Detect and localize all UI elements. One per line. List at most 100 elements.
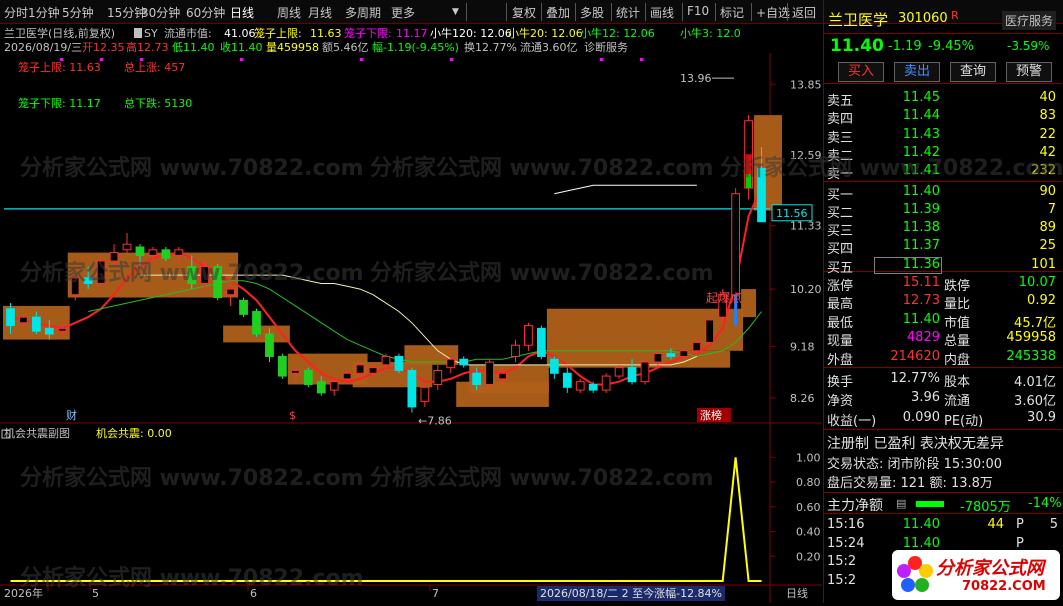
candle[interactable] bbox=[303, 367, 313, 388]
toolbar-right-8[interactable]: 返回 bbox=[792, 4, 816, 21]
sub-y-tick-label: 1.00 bbox=[796, 451, 821, 464]
toolbar-right-6[interactable]: 标记 bbox=[720, 4, 744, 21]
candle[interactable] bbox=[640, 359, 650, 385]
toolbar-tab-10[interactable]: 更多 bbox=[391, 4, 415, 21]
candle[interactable] bbox=[562, 367, 572, 393]
bid-row[interactable]: 买一 11.40 90 bbox=[824, 183, 1062, 203]
bid-row[interactable]: 买四 11.37 25 bbox=[824, 238, 1062, 257]
candle[interactable] bbox=[407, 367, 417, 413]
ask-row[interactable]: 卖一 11.41 232 bbox=[824, 163, 1062, 183]
signal-dot bbox=[140, 58, 143, 61]
bid-row[interactable]: 买二 11.39 7 bbox=[824, 202, 1062, 221]
toolbar-tab-0[interactable]: 分时 bbox=[4, 4, 28, 21]
candle-body bbox=[692, 341, 702, 352]
stat-value: 12.73 bbox=[902, 293, 940, 309]
toolbar-tab-5[interactable]: 60分钟 bbox=[186, 4, 225, 21]
header-line1-item-6: 笼子下限: bbox=[344, 26, 392, 40]
toolbar-right-3[interactable]: 统计 bbox=[616, 4, 640, 21]
signal-dot bbox=[640, 58, 643, 61]
ask-row[interactable]: 卖三 11.43 22 bbox=[824, 127, 1062, 146]
x-tick-label: 6 bbox=[250, 587, 257, 600]
header-line1-item-5: 11.63 bbox=[310, 27, 342, 40]
toolbar-right-4[interactable]: 画线 bbox=[650, 4, 674, 21]
sub-y-tick-label: 0.80 bbox=[796, 476, 821, 489]
toolbar-right-7[interactable]: +自选 bbox=[756, 4, 790, 21]
selected-level-box bbox=[874, 256, 942, 274]
candle[interactable] bbox=[601, 373, 611, 393]
candle[interactable] bbox=[537, 325, 546, 360]
toolbar-tab-4[interactable]: 30分钟 bbox=[141, 4, 180, 21]
price-change: -1.19 bbox=[888, 39, 922, 54]
level-price: 11.40 bbox=[902, 183, 940, 199]
header-line2-item-7: 幅-1.19(-9.45%) bbox=[372, 41, 459, 54]
candle[interactable] bbox=[511, 339, 520, 363]
candle-body bbox=[472, 372, 482, 385]
candle-body bbox=[6, 308, 15, 327]
candle[interactable] bbox=[329, 378, 339, 396]
finance-marker[interactable]: 财 bbox=[66, 408, 77, 422]
candle-body bbox=[135, 246, 145, 256]
more-dropdown-icon[interactable]: ▼ bbox=[452, 7, 459, 17]
sector-change-pct: -3.59% bbox=[1007, 39, 1050, 53]
main-flow-bar bbox=[916, 501, 944, 507]
candle[interactable] bbox=[239, 297, 248, 318]
tick-volume: 44 bbox=[987, 517, 1004, 532]
candle-body bbox=[524, 325, 533, 346]
candle-body bbox=[588, 383, 598, 391]
candle[interactable] bbox=[122, 232, 132, 256]
bid-row[interactable]: 买五 11.36 101 bbox=[824, 256, 1062, 276]
candle[interactable] bbox=[705, 317, 715, 346]
candle[interactable] bbox=[213, 263, 223, 301]
tick-time: 15:16 bbox=[827, 517, 865, 532]
ask-row[interactable]: 卖二 11.42 42 bbox=[824, 145, 1062, 164]
fund-value: 0.090 bbox=[902, 409, 940, 425]
toolbar-tab-7[interactable]: 周线 bbox=[277, 4, 301, 21]
candle[interactable] bbox=[485, 359, 494, 388]
menu-icon[interactable]: ▤ bbox=[896, 497, 906, 510]
chart-svg[interactable]: 兰卫医学(日线,前复权) SY 流通市值: 41.06笼子上限: 11.63 笼子下限: 1… bbox=[0, 25, 822, 603]
candle[interactable] bbox=[575, 378, 585, 393]
candle[interactable] bbox=[252, 308, 261, 337]
candle[interactable] bbox=[731, 188, 741, 301]
bid-row[interactable]: 买三 11.38 89 bbox=[824, 220, 1062, 239]
candle[interactable] bbox=[420, 384, 430, 407]
candle[interactable] bbox=[459, 356, 469, 368]
header-line1-item-11: 小牛3: 12.0 bbox=[680, 26, 741, 40]
candle[interactable] bbox=[549, 356, 559, 379]
tick-time: 15:24 bbox=[827, 535, 865, 551]
level-label: 卖一 bbox=[827, 167, 854, 183]
candle[interactable] bbox=[524, 322, 533, 351]
candle-body bbox=[342, 372, 352, 380]
candle-body bbox=[226, 288, 235, 296]
industry-tag[interactable]: 医疗服务 bbox=[1002, 11, 1057, 30]
toolbar-tab-6[interactable]: 日线 bbox=[230, 4, 254, 21]
toolbar-tab-8[interactable]: 月线 bbox=[308, 4, 332, 21]
ask-row[interactable]: 卖四 11.44 83 bbox=[824, 108, 1062, 127]
rank-badge[interactable]: 涨榜 bbox=[700, 408, 722, 422]
candle[interactable] bbox=[446, 356, 456, 374]
toolbar-right-0[interactable]: 复权 bbox=[512, 4, 536, 21]
toolbar-tab-2[interactable]: 5分钟 bbox=[62, 4, 94, 21]
candle[interactable] bbox=[433, 364, 443, 391]
ask-row[interactable]: 卖五 11.45 40 bbox=[824, 90, 1062, 109]
candle[interactable] bbox=[278, 353, 287, 379]
trade-button-1[interactable]: 卖出 bbox=[894, 62, 940, 82]
trade-button-3[interactable]: 预警 bbox=[1006, 62, 1052, 82]
cage-box bbox=[469, 364, 549, 393]
candle-body bbox=[511, 344, 520, 357]
settings-icon[interactable] bbox=[134, 28, 142, 38]
period-label[interactable]: 日线 bbox=[786, 586, 808, 600]
toolbar-right-5[interactable]: F10 bbox=[687, 4, 709, 18]
toolbar-right-2[interactable]: 多股 bbox=[580, 4, 604, 21]
stock-code: 301060 bbox=[898, 11, 948, 26]
toolbar-tab-9[interactable]: 多周期 bbox=[345, 4, 381, 21]
candle[interactable] bbox=[394, 353, 404, 374]
toolbar-right-1[interactable]: 叠加 bbox=[546, 4, 570, 21]
trade-button-2[interactable]: 查询 bbox=[950, 62, 996, 82]
level-volume: 25 bbox=[1039, 238, 1056, 254]
dollar-marker[interactable]: $ bbox=[289, 409, 296, 422]
toolbar-tab-1[interactable]: 1分钟 bbox=[28, 4, 60, 21]
trade-button-0[interactable]: 买入 bbox=[838, 62, 884, 82]
sub-y-tick-label: 0.40 bbox=[796, 526, 821, 539]
fund-value: 4.01亿 bbox=[1014, 375, 1056, 390]
